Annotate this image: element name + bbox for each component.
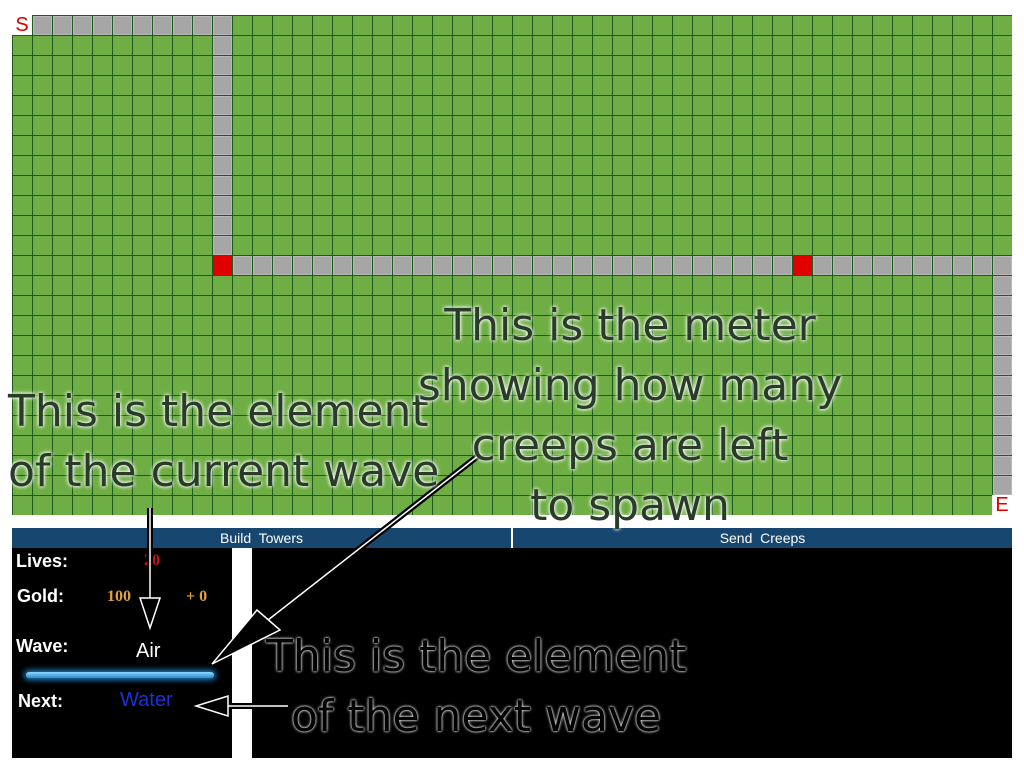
gold-label: Gold: xyxy=(17,586,64,606)
path-tile xyxy=(993,296,1012,315)
path-tile xyxy=(333,256,352,275)
path-tile xyxy=(213,56,232,75)
path-tile xyxy=(253,256,272,275)
path-tile xyxy=(453,256,472,275)
path-tile xyxy=(353,256,372,275)
path-tile xyxy=(933,256,952,275)
path-tile xyxy=(213,96,232,115)
path-tile xyxy=(293,256,312,275)
path-tile xyxy=(213,156,232,175)
next-label: Next: xyxy=(18,691,64,711)
path-tile xyxy=(993,356,1012,375)
path-tile xyxy=(213,16,232,35)
path-tile xyxy=(113,16,132,35)
path-tile xyxy=(93,16,112,35)
path-tile xyxy=(993,316,1012,335)
path-tile xyxy=(153,16,172,35)
path-tile xyxy=(173,16,192,35)
annotation-next-element: This is the element of the next wave xyxy=(266,631,687,742)
path-tile xyxy=(213,76,232,95)
path-waypoint-tile xyxy=(213,256,232,275)
spawn-meter-fill xyxy=(26,672,214,678)
path-tile xyxy=(593,256,612,275)
path-tile xyxy=(573,256,592,275)
panel-divider xyxy=(232,548,252,758)
path-tile xyxy=(993,456,1012,475)
path-tile xyxy=(993,396,1012,415)
path-tile xyxy=(213,196,232,215)
path-tile xyxy=(233,256,252,275)
lives-value: 20 xyxy=(144,552,160,569)
path-tile xyxy=(213,216,232,235)
path-waypoint-tile xyxy=(793,256,812,275)
path-tile xyxy=(633,256,652,275)
lives-label: Lives: xyxy=(16,551,69,571)
gold-income: + 0 xyxy=(186,588,208,605)
path-tile xyxy=(433,256,452,275)
path-tile xyxy=(133,16,152,35)
path-tile xyxy=(693,256,712,275)
path-tile xyxy=(993,416,1012,435)
path-tile xyxy=(973,256,992,275)
path-tile xyxy=(553,256,572,275)
annotation-current-element: This is the element of the current wave xyxy=(8,386,440,497)
path-tile xyxy=(733,256,752,275)
path-tile xyxy=(853,256,872,275)
wave-label: Wave: xyxy=(16,636,69,656)
path-tile xyxy=(993,436,1012,455)
path-tile xyxy=(493,256,512,275)
path-tile xyxy=(993,276,1012,295)
path-tile xyxy=(393,256,412,275)
path-tile xyxy=(73,16,92,35)
next-element: Water xyxy=(120,689,173,711)
path-tile xyxy=(213,136,232,155)
path-tile xyxy=(413,256,432,275)
path-tile xyxy=(993,476,1012,495)
path-tile xyxy=(893,256,912,275)
path-tile xyxy=(273,256,292,275)
path-tile xyxy=(373,256,392,275)
path-tile xyxy=(993,336,1012,355)
path-tile xyxy=(613,256,632,275)
path-tile xyxy=(993,376,1012,395)
path-tile xyxy=(473,256,492,275)
path-tile xyxy=(813,256,832,275)
path-tile xyxy=(713,256,732,275)
path-tile xyxy=(773,256,792,275)
path-tile xyxy=(213,236,232,255)
path-tile xyxy=(193,16,212,35)
path-tile xyxy=(873,256,892,275)
path-tile xyxy=(673,256,692,275)
path-tile xyxy=(513,256,532,275)
path-tile xyxy=(653,256,672,275)
path-tile xyxy=(533,256,552,275)
wave-element: Air xyxy=(136,640,161,662)
path-tile xyxy=(213,116,232,135)
path-tile xyxy=(753,256,772,275)
spawn-meter xyxy=(26,672,214,678)
path-tile xyxy=(33,16,52,35)
path-tile xyxy=(213,176,232,195)
path-tile xyxy=(53,16,72,35)
gold-value: 100 xyxy=(107,588,131,605)
annotation-meter: This is the meter showing how many creep… xyxy=(417,300,843,531)
path-tile xyxy=(913,256,932,275)
path-tile xyxy=(213,36,232,55)
path-tile xyxy=(833,256,852,275)
start-marker: S xyxy=(12,15,32,35)
end-marker: E xyxy=(992,495,1012,515)
path-tile xyxy=(993,256,1012,275)
path-tile xyxy=(313,256,332,275)
path-tile xyxy=(953,256,972,275)
